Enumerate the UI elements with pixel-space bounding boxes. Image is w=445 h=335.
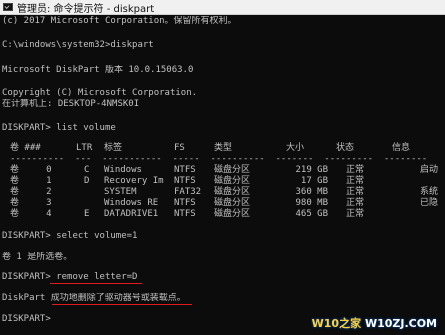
cell-status: 正常 xyxy=(346,209,365,219)
cell-fs: NTFS xyxy=(174,176,196,186)
final-prompt[interactable]: DISKPART> xyxy=(2,314,51,325)
cell-fs: NTFS xyxy=(174,165,196,175)
cell-label: Windows xyxy=(104,165,142,175)
cell-ltr: C xyxy=(84,165,90,175)
cell-label: SYSTEM xyxy=(104,187,137,197)
cell-status: 正常 xyxy=(346,176,365,186)
cell-fs: NTFS xyxy=(174,209,196,219)
cell-vol: 卷 3 xyxy=(10,198,52,208)
cell-label: Windows RE xyxy=(104,198,159,208)
cell-type: 磁盘分区 xyxy=(214,187,251,197)
select-volume-cmd: DISKPART> select volume=1 xyxy=(2,231,138,241)
remove-result-line: DiskPart 成功地删除了驱动器号或装载点。 xyxy=(2,293,186,304)
remove-cmd-underline xyxy=(50,283,142,284)
cmd-icon xyxy=(3,3,13,11)
watermark-logo-text: W10之家 xyxy=(311,317,362,330)
computer-line: 在计算机上: DESKTOP-4NMSK0I xyxy=(2,99,140,109)
cell-fs: FAT32 xyxy=(174,187,202,197)
site-watermark: W10之家 W10ZJ.COM xyxy=(312,315,437,331)
col-header-vol: 卷 ### xyxy=(10,143,41,153)
ms-copyright-line: Copyright (C) Microsoft Corporation. xyxy=(2,88,198,98)
cell-vol: 卷 2 xyxy=(10,187,52,197)
cell-fs: NTFS xyxy=(174,198,196,208)
cell-info: 系统 xyxy=(420,187,439,197)
window-titlebar[interactable]: 管理员: 命令提示符 - diskpart xyxy=(0,0,445,15)
col-header-size: 大小 xyxy=(286,143,305,153)
command-line: C:\windows\system32>diskpart xyxy=(2,40,154,50)
remove-letter-cmd: remove letter=D xyxy=(56,272,138,282)
remove-letter-line: DISKPART> remove letter=D xyxy=(2,272,137,283)
cell-type: 磁盘分区 xyxy=(214,165,251,175)
watermark-url: W10ZJ.COM xyxy=(364,317,437,330)
cell-label: Recovery Im xyxy=(104,176,164,186)
cell-ltr: D xyxy=(84,176,90,186)
diskpart-prefix: DiskPart xyxy=(2,293,46,303)
cell-type: 磁盘分区 xyxy=(214,176,251,186)
cell-size: 17 GB xyxy=(300,176,328,186)
col-header-info: 信息 xyxy=(392,143,411,153)
col-header-status: 状态 xyxy=(336,143,355,153)
cell-info: 已隐 xyxy=(420,198,439,208)
list-volume-cmd: DISKPART> list volume xyxy=(2,123,116,133)
remove-result-underline xyxy=(52,304,192,305)
cell-type: 磁盘分区 xyxy=(214,198,251,208)
version-line: Microsoft DiskPart 版本 10.0.15063.0 xyxy=(2,65,194,75)
cell-vol: 卷 4 xyxy=(10,209,52,219)
cell-vol: 卷 1 xyxy=(10,176,52,186)
cell-size: 465 GB xyxy=(295,209,328,219)
cell-ltr: E xyxy=(84,209,90,219)
col-header-fs: FS xyxy=(174,143,185,153)
cell-type: 磁盘分区 xyxy=(214,209,251,219)
cell-info: 启动 xyxy=(420,165,439,175)
cell-status: 正常 xyxy=(346,165,365,175)
cell-status: 正常 xyxy=(346,187,365,197)
cell-vol: 卷 0 xyxy=(10,165,52,175)
remove-result-text: 成功地删除了驱动器号或装载点。 xyxy=(50,293,186,303)
col-header-label: 标签 xyxy=(104,143,123,153)
diskpart-prompt: DISKPART> xyxy=(2,272,51,282)
cell-size: 360 MB xyxy=(295,187,328,197)
cell-size: 219 GB xyxy=(295,165,328,175)
console-output[interactable]: (c) 2017 Microsoft Corporation。保留所有权利。 C… xyxy=(0,15,445,335)
table-divider: ---------- --- ----------- ----- -------… xyxy=(10,154,428,164)
cell-label: DATADRIVE1 xyxy=(104,209,159,219)
col-header-ltr: LTR xyxy=(76,143,93,153)
cell-size: 980 MB xyxy=(295,198,328,208)
cell-status: 正常 xyxy=(346,198,365,208)
col-header-type: 类型 xyxy=(214,143,233,153)
select-result: 卷 1 是所选卷。 xyxy=(2,252,73,262)
copyright-line: (c) 2017 Microsoft Corporation。保留所有权利。 xyxy=(2,16,237,26)
window-title: 管理员: 命令提示符 - diskpart xyxy=(17,3,155,15)
